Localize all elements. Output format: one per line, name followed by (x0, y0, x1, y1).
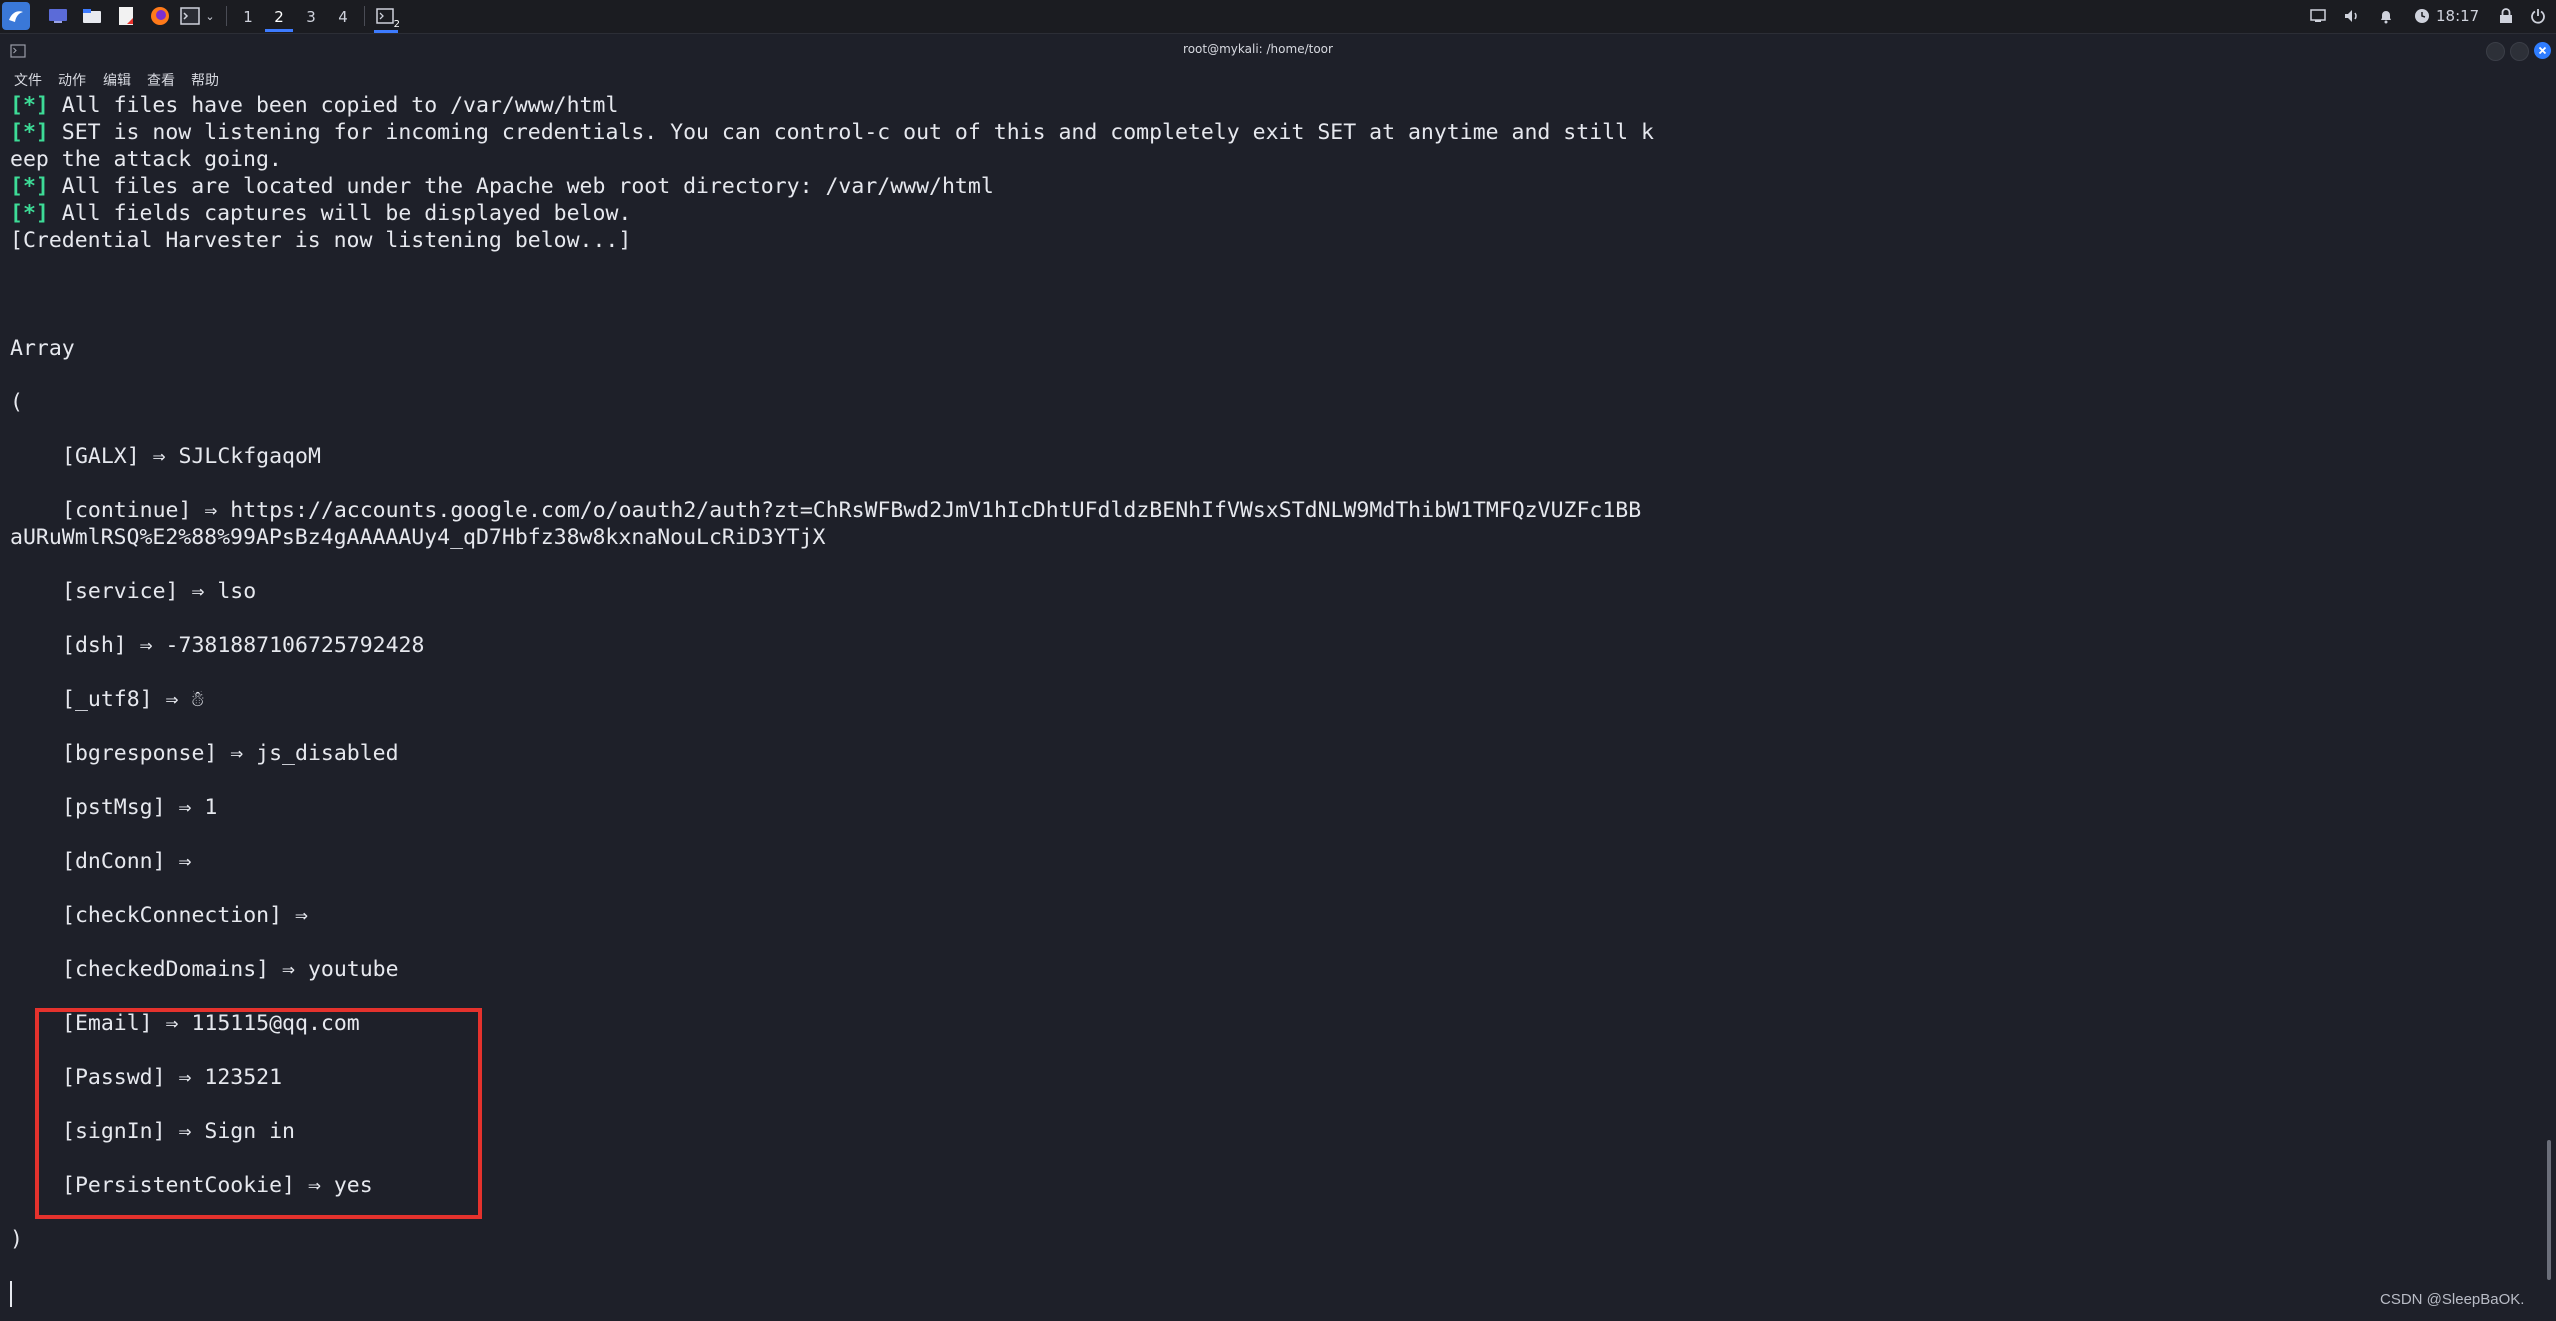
field-service: [service] ⇒ lso (62, 579, 257, 604)
status-line: [*] All files are located under the Apac… (10, 173, 994, 200)
field-galx: [GALX] ⇒ SJLCkfgaqoM (62, 444, 321, 469)
field-dnconn: [dnConn] ⇒ (62, 849, 192, 874)
status-text: All files have been copied to /var/www/h… (48, 93, 619, 118)
status-line: eep the attack going. (10, 146, 282, 173)
kali-menu-icon[interactable] (2, 2, 30, 30)
desktop: ⌄ 1 2 3 4 2 18:17 root@mykali: /home/too… (0, 0, 2556, 1321)
field-utf8: [_utf8] ⇒ ☃ (62, 687, 205, 712)
terminal-icon[interactable] (178, 4, 202, 28)
taskbar-separator (364, 6, 365, 26)
files-icon[interactable] (80, 4, 104, 28)
credentials-highlight-box (35, 1008, 482, 1219)
status-line: [Credential Harvester is now listening b… (10, 227, 631, 254)
status-marker: [*] (10, 201, 49, 226)
status-line: [*] All files have been copied to /var/w… (10, 92, 618, 119)
array-label: Array (10, 336, 75, 361)
status-text: eep the attack going. (10, 147, 282, 172)
status-marker: [*] (10, 174, 49, 199)
firefox-icon[interactable] (148, 4, 172, 28)
status-marker: [*] (10, 120, 49, 145)
power-icon[interactable] (2526, 4, 2550, 28)
workspace-2[interactable]: 2 (265, 5, 293, 32)
menu-edit[interactable]: 编辑 (103, 70, 131, 90)
field-dsh: [dsh] ⇒ -7381887106725792428 (62, 633, 425, 658)
menu-bar: 文件 动作 编辑 查看 帮助 (0, 66, 2556, 92)
volume-icon[interactable] (2340, 4, 2364, 28)
field-continue-wrap: aURuWmlRSQ%E2%88%99APsBz4gAAAAAUy4_qD7Hb… (10, 525, 826, 550)
lock-icon[interactable] (2494, 4, 2518, 28)
dropdown-chevron-icon[interactable]: ⌄ (202, 4, 218, 28)
clock-icon (2410, 4, 2434, 28)
terminal-scrollbar[interactable] (2547, 1140, 2551, 1280)
menu-view[interactable]: 查看 (147, 70, 175, 90)
status-marker: [*] (10, 93, 49, 118)
menu-help[interactable]: 帮助 (191, 70, 219, 90)
taskbar-clock[interactable]: 18:17 (2436, 6, 2479, 26)
desktop-icon[interactable] (46, 4, 70, 28)
status-text: All fields captures will be displayed be… (48, 201, 632, 226)
menu-actions[interactable]: 动作 (58, 70, 86, 90)
window-title: root@mykali: /home/toor (1183, 42, 1333, 56)
field-continue: [continue] ⇒ https://accounts.google.com… (62, 498, 1642, 523)
bell-icon[interactable] (2374, 4, 2398, 28)
array-close-paren: ) (10, 1227, 23, 1252)
terminal-window-button[interactable]: 2 (374, 4, 400, 33)
workspace-4[interactable]: 4 (329, 5, 357, 29)
close-button[interactable] (2534, 42, 2551, 59)
status-line: [*] SET is now listening for incoming cr… (10, 119, 1654, 146)
workspace-1[interactable]: 1 (234, 5, 262, 29)
status-text: All files are located under the Apache w… (48, 174, 994, 199)
status-text: [Credential Harvester is now listening b… (10, 228, 632, 253)
field-pstmsg: [pstMsg] ⇒ 1 (62, 795, 218, 820)
close-icon (2538, 46, 2547, 55)
watermark: CSDN @SleepBaOK. (2380, 1291, 2525, 1308)
window-titlebar[interactable]: root@mykali: /home/toor (0, 34, 2556, 66)
text-editor-icon[interactable] (114, 4, 138, 28)
terminal-cursor (10, 1281, 12, 1307)
array-open-paren: ( (10, 390, 23, 415)
field-checkeddomains: [checkedDomains] ⇒ youtube (62, 957, 399, 982)
terminal-count-badge: 2 (393, 19, 400, 30)
field-bgresponse: [bgresponse] ⇒ js_disabled (62, 741, 399, 766)
maximize-button[interactable] (2510, 42, 2529, 61)
minimize-button[interactable] (2486, 42, 2505, 61)
status-line: [*] All fields captures will be displaye… (10, 200, 631, 227)
top-taskbar: ⌄ 1 2 3 4 2 18:17 (0, 0, 2556, 34)
status-text: SET is now listening for incoming creden… (48, 120, 1654, 145)
menu-file[interactable]: 文件 (14, 70, 42, 90)
taskbar-separator (226, 6, 227, 26)
workspace-3[interactable]: 3 (297, 5, 325, 29)
field-checkconnection: [checkConnection] ⇒ (62, 903, 308, 928)
display-icon[interactable] (2306, 4, 2330, 28)
